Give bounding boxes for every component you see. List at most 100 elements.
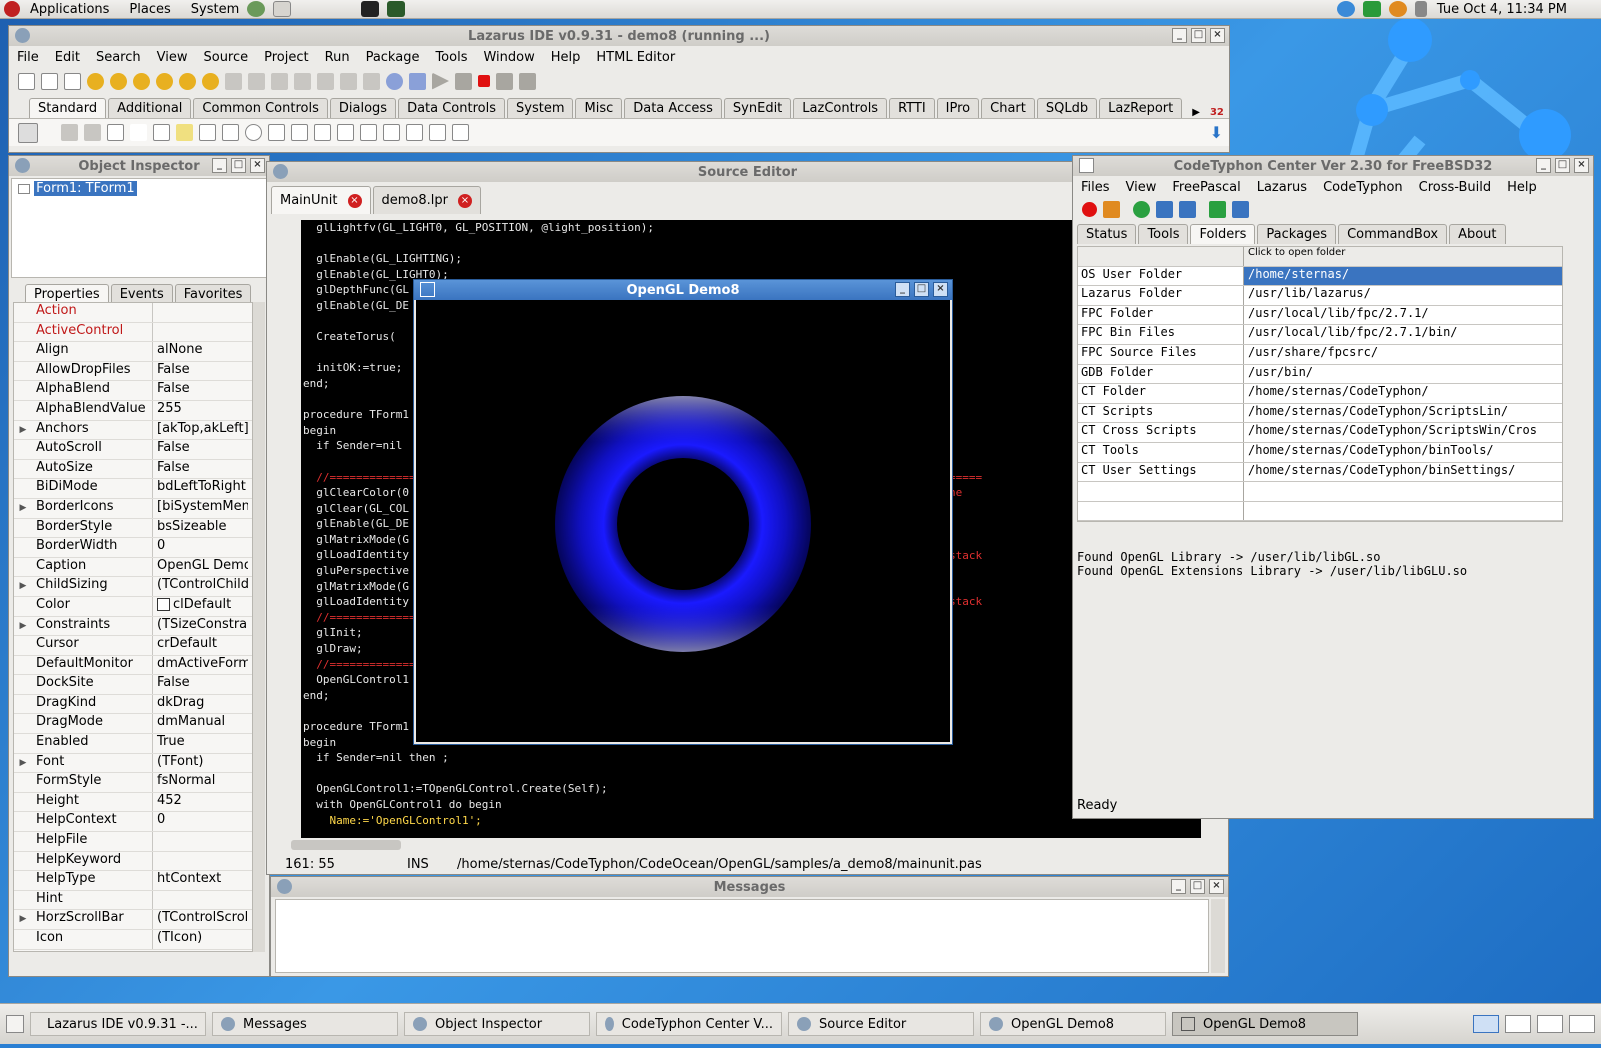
network-icon[interactable] — [1336, 1, 1355, 17]
palette-tab-sqldb[interactable]: SQLdb — [1036, 98, 1098, 118]
property-row[interactable]: ▶ Anchors [akTop,akLeft] — [14, 420, 252, 441]
messages-scrollbar[interactable] — [1211, 899, 1225, 973]
ct-menu-view[interactable]: View — [1126, 180, 1157, 195]
taskbar-item-lazarus-ide-v0-9-31[interactable]: Lazarus IDE v0.9.31 -... — [30, 1012, 206, 1036]
tpopupmenu-icon[interactable] — [84, 124, 101, 141]
property-row[interactable]: Height 452 — [14, 792, 252, 813]
save-all-icon[interactable] — [156, 72, 173, 90]
property-value[interactable]: OpenGL Demo — [152, 557, 248, 577]
close-button[interactable]: × — [1210, 28, 1225, 43]
property-row[interactable]: AlphaBlendValue 255 — [14, 400, 252, 421]
minimize-button[interactable]: _ — [1171, 879, 1186, 894]
maximize-button[interactable]: □ — [914, 282, 929, 297]
property-row[interactable]: DockSite False — [14, 675, 252, 695]
property-row[interactable]: HelpContext 0 — [14, 812, 252, 833]
folder-row[interactable]: CT User Settings/home/sternas/CodeTyphon… — [1078, 462, 1562, 483]
menu-view[interactable]: View — [157, 50, 188, 65]
palette-tab-data-access[interactable]: Data Access — [624, 98, 722, 118]
view-forms-icon[interactable] — [248, 72, 265, 90]
open-icon[interactable] — [87, 72, 104, 90]
chart-icon[interactable] — [1232, 200, 1249, 218]
property-value[interactable]: bsSizeable — [152, 518, 248, 538]
palette-tab-lazreport[interactable]: LazReport — [1099, 98, 1183, 118]
palette-tab-misc[interactable]: Misc — [575, 98, 623, 118]
workspace-1[interactable] — [1473, 1015, 1499, 1033]
property-value[interactable]: crDefault — [152, 636, 248, 655]
ct-tab-packages[interactable]: Packages — [1257, 224, 1337, 244]
property-row[interactable]: Action — [14, 303, 252, 323]
minimize-button[interactable]: _ — [895, 282, 910, 297]
expand-icon[interactable]: ▶ — [14, 421, 32, 440]
folder-row[interactable]: GDB Folder/usr/bin/ — [1078, 364, 1562, 385]
palette-tab-dialogs[interactable]: Dialogs — [329, 98, 397, 118]
property-value[interactable]: 255 — [152, 400, 248, 420]
property-row[interactable]: DragMode dmManual — [14, 714, 252, 735]
clean-icon[interactable] — [1179, 200, 1196, 218]
gnome-foot-icon[interactable] — [4, 1, 20, 17]
messages-titlebar[interactable]: Messages _ □ × — [271, 877, 1228, 897]
maximize-button[interactable]: □ — [1191, 28, 1206, 43]
property-value[interactable]: (TControlScrollB — [152, 910, 248, 929]
ct-titlebar[interactable]: CodeTyphon Center Ver 2.30 for FreeBSD32… — [1073, 156, 1593, 176]
folder-row[interactable]: FPC Source Files/usr/share/fpcsrc/ — [1078, 344, 1562, 365]
property-value[interactable]: (TSizeConstrain — [152, 616, 248, 636]
property-value[interactable]: 0 — [152, 812, 248, 832]
property-row[interactable]: BorderStyle bsSizeable — [14, 518, 252, 539]
editor-horizontal-scrollbar[interactable] — [271, 838, 1201, 852]
workspace-2[interactable] — [1505, 1015, 1531, 1033]
folder-row[interactable]: CT Folder/home/sternas/CodeTyphon/ — [1078, 384, 1562, 404]
taskbar-item-object-inspector[interactable]: Object Inspector — [404, 1012, 590, 1036]
palette-tab-common-controls[interactable]: Common Controls — [193, 98, 328, 118]
taskbar-item-source-editor[interactable]: Source Editor — [788, 1012, 974, 1036]
new-unit-icon[interactable] — [64, 72, 81, 90]
ide-titlebar[interactable]: Lazarus IDE v0.9.31 - demo8 (running ...… — [9, 26, 1229, 46]
property-value[interactable]: dkDrag — [152, 694, 248, 714]
property-row[interactable]: AutoSize False — [14, 459, 252, 480]
property-row[interactable]: Caption OpenGL Demo — [14, 557, 252, 578]
oi-tab-properties[interactable]: Properties — [25, 284, 109, 304]
messages-list[interactable] — [275, 899, 1209, 973]
oi-tab-events[interactable]: Events — [110, 284, 173, 304]
property-value[interactable]: htContext — [152, 871, 248, 890]
new-project-icon[interactable] — [294, 72, 311, 90]
property-value[interactable]: False — [152, 440, 248, 459]
palette-tab-system[interactable]: System — [507, 98, 574, 118]
menu-edit[interactable]: Edit — [55, 50, 80, 65]
property-value[interactable]: (TControlChildS — [152, 577, 248, 596]
tcheckgroup-icon[interactable] — [383, 124, 400, 141]
toggle-form-icon[interactable] — [271, 72, 288, 90]
view-units-icon[interactable] — [225, 72, 242, 90]
ct-menu-cross-build[interactable]: Cross-Build — [1419, 180, 1492, 195]
property-row[interactable]: DefaultMonitor dmActiveForm — [14, 655, 252, 676]
tlistbox-icon[interactable] — [268, 124, 285, 141]
taskbar-item-opengl-demo8[interactable]: OpenGL Demo8 — [1172, 1012, 1358, 1036]
ct-menu-codetyphon[interactable]: CodeTyphon — [1323, 180, 1403, 195]
property-value[interactable]: True — [152, 734, 248, 753]
menu-source[interactable]: Source — [203, 50, 248, 65]
ct-tab-tools[interactable]: Tools — [1138, 224, 1189, 244]
close-button[interactable]: × — [1574, 158, 1589, 173]
ct-tab-commandbox[interactable]: CommandBox — [1338, 224, 1448, 244]
open-recent-icon[interactable] — [110, 72, 127, 90]
property-value[interactable]: 452 — [152, 792, 248, 812]
taskbar-item-messages[interactable]: Messages — [212, 1012, 398, 1036]
property-value[interactable]: dmManual — [152, 714, 248, 734]
property-row[interactable]: Align alNone — [14, 342, 252, 362]
palette-tab-ipro[interactable]: IPro — [936, 98, 980, 118]
folder-row[interactable]: FPC Folder/usr/local/lib/fpc/2.7.1/ — [1078, 305, 1562, 326]
maximize-button[interactable]: □ — [231, 158, 246, 173]
ttogglebox-icon[interactable] — [199, 124, 216, 141]
property-row[interactable]: BiDiMode bdLeftToRight — [14, 479, 252, 499]
property-value[interactable] — [152, 890, 248, 910]
property-row[interactable]: AlphaBlend False — [14, 381, 252, 401]
ct-tab-about[interactable]: About — [1449, 224, 1506, 244]
property-row[interactable]: BorderWidth 0 — [14, 538, 252, 558]
palette-tab-chart[interactable]: Chart — [981, 98, 1035, 118]
menu-tools[interactable]: Tools — [435, 50, 467, 65]
ct-menu-help[interactable]: Help — [1507, 180, 1537, 195]
tedit-icon[interactable] — [153, 124, 170, 141]
expand-icon[interactable]: ▶ — [14, 754, 32, 773]
debug-icon[interactable] — [386, 72, 403, 90]
close-tab-icon[interactable]: × — [457, 193, 472, 208]
ct-menu-files[interactable]: Files — [1081, 180, 1110, 195]
